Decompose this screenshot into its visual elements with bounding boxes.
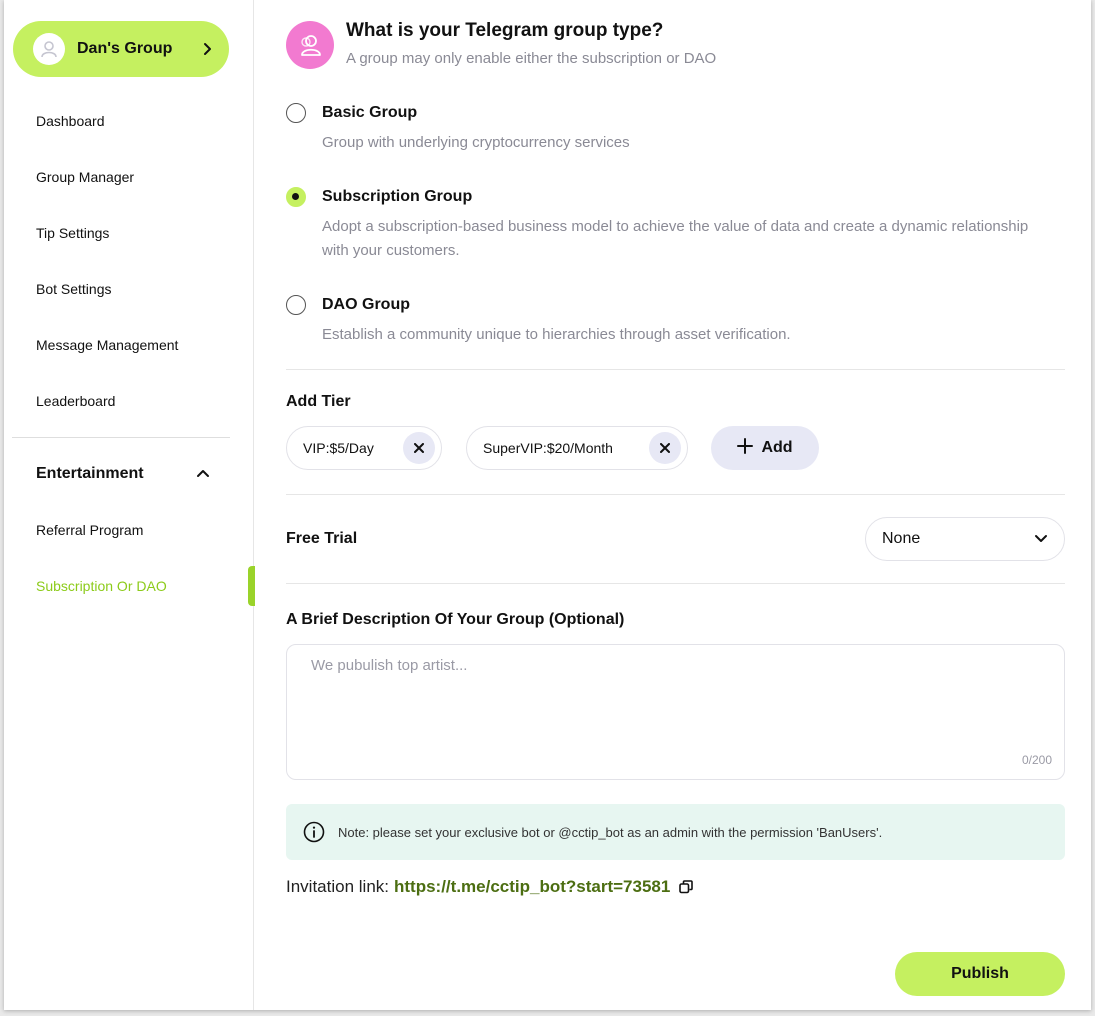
option-title[interactable]: Basic Group bbox=[322, 103, 417, 123]
remove-tier-button[interactable] bbox=[403, 432, 435, 464]
plus-icon bbox=[737, 437, 754, 459]
publish-button[interactable]: Publish bbox=[895, 952, 1065, 996]
remove-tier-button[interactable] bbox=[649, 432, 681, 464]
chevron-right-icon bbox=[203, 42, 213, 56]
option-description: Adopt a subscription-based business mode… bbox=[322, 218, 1029, 259]
sidebar: Dan's Group Dashboard Group Manager Tip … bbox=[4, 0, 255, 1010]
tier-chip-label: SuperVIP:$20/Month bbox=[483, 440, 613, 456]
active-indicator bbox=[248, 566, 255, 606]
radio-subscription-group[interactable] bbox=[286, 187, 306, 207]
sidebar-item-referral-program[interactable]: Referral Program bbox=[4, 502, 254, 558]
sidebar-item-label: Leaderboard bbox=[36, 393, 116, 409]
sidebar-item-dashboard[interactable]: Dashboard bbox=[4, 93, 254, 149]
sidebar-item-leaderboard[interactable]: Leaderboard bbox=[4, 373, 254, 429]
description-field[interactable] bbox=[287, 645, 1064, 779]
sidebar-item-label: Bot Settings bbox=[36, 281, 112, 297]
group-name: Dan's Group bbox=[77, 40, 173, 57]
sidebar-item-label: Message Management bbox=[36, 337, 179, 353]
section-divider bbox=[286, 369, 1065, 370]
option-description: Group with underlying cryptocurrency ser… bbox=[322, 134, 630, 151]
sidebar-item-subscription-or-dao[interactable]: Subscription Or DAO bbox=[4, 558, 255, 614]
chevron-up-icon bbox=[196, 465, 210, 483]
note-text: Note: please set your exclusive bot or @… bbox=[338, 824, 883, 840]
description-label: A Brief Description Of Your Group (Optio… bbox=[286, 611, 625, 628]
section-divider bbox=[286, 494, 1065, 495]
sidebar-item-tip-settings[interactable]: Tip Settings bbox=[4, 205, 254, 261]
sidebar-section-label: Entertainment bbox=[36, 465, 144, 482]
chevron-down-icon bbox=[1034, 530, 1048, 548]
close-icon bbox=[414, 443, 424, 453]
publish-label: Publish bbox=[951, 965, 1009, 982]
main-content: What is your Telegram group type? A grou… bbox=[286, 0, 1065, 1010]
tier-chip: SuperVIP:$20/Month bbox=[466, 426, 688, 470]
invitation-label: Invitation link: bbox=[286, 877, 389, 896]
app-window: Dan's Group Dashboard Group Manager Tip … bbox=[4, 0, 1091, 1010]
add-tier-button[interactable]: Add bbox=[711, 426, 819, 470]
option-title[interactable]: DAO Group bbox=[322, 295, 410, 315]
page-subtitle: A group may only enable either the subsc… bbox=[346, 50, 717, 67]
radio-basic-group[interactable] bbox=[286, 103, 306, 123]
option-description: Establish a community unique to hierarch… bbox=[322, 326, 791, 343]
sidebar-item-label: Group Manager bbox=[36, 169, 135, 185]
sidebar-item-label: Referral Program bbox=[36, 522, 144, 538]
sidebar-item-bot-settings[interactable]: Bot Settings bbox=[4, 261, 254, 317]
sidebar-divider bbox=[12, 437, 230, 438]
info-icon bbox=[302, 820, 326, 844]
sidebar-nav: Dashboard Group Manager Tip Settings Bot… bbox=[4, 93, 255, 614]
admin-note-banner: Note: please set your exclusive bot or @… bbox=[286, 804, 1065, 860]
add-tier-label: Add bbox=[761, 439, 793, 456]
add-tier-label: Add Tier bbox=[286, 393, 351, 410]
group-type-icon bbox=[286, 21, 334, 69]
group-avatar-icon bbox=[33, 33, 65, 65]
sidebar-section-entertainment[interactable]: Entertainment bbox=[4, 446, 254, 502]
character-counter: 0/200 bbox=[1021, 753, 1052, 767]
free-trial-select[interactable]: None bbox=[865, 517, 1065, 561]
sidebar-item-label: Tip Settings bbox=[36, 225, 110, 241]
sidebar-item-message-management[interactable]: Message Management bbox=[4, 317, 254, 373]
close-icon bbox=[660, 443, 670, 453]
sidebar-item-group-manager[interactable]: Group Manager bbox=[4, 149, 254, 205]
sidebar-item-label: Dashboard bbox=[36, 113, 105, 129]
group-switcher-button[interactable]: Dan's Group bbox=[13, 21, 229, 77]
description-field-wrapper: 0/200 bbox=[286, 644, 1065, 780]
tier-chip-label: VIP:$5/Day bbox=[303, 440, 374, 456]
invitation-link[interactable]: https://t.me/cctip_bot?start=73581 bbox=[394, 877, 670, 897]
invitation-link-row: Invitation link: https://t.me/cctip_bot?… bbox=[286, 877, 694, 897]
option-title[interactable]: Subscription Group bbox=[322, 187, 472, 207]
radio-dao-group[interactable] bbox=[286, 295, 306, 315]
free-trial-value: None bbox=[882, 530, 921, 547]
sidebar-item-label: Subscription Or DAO bbox=[36, 578, 167, 594]
copy-icon[interactable] bbox=[679, 880, 694, 894]
tier-chip: VIP:$5/Day bbox=[286, 426, 442, 470]
section-divider bbox=[286, 583, 1065, 584]
page-title: What is your Telegram group type? bbox=[346, 20, 664, 41]
free-trial-label: Free Trial bbox=[286, 530, 358, 547]
